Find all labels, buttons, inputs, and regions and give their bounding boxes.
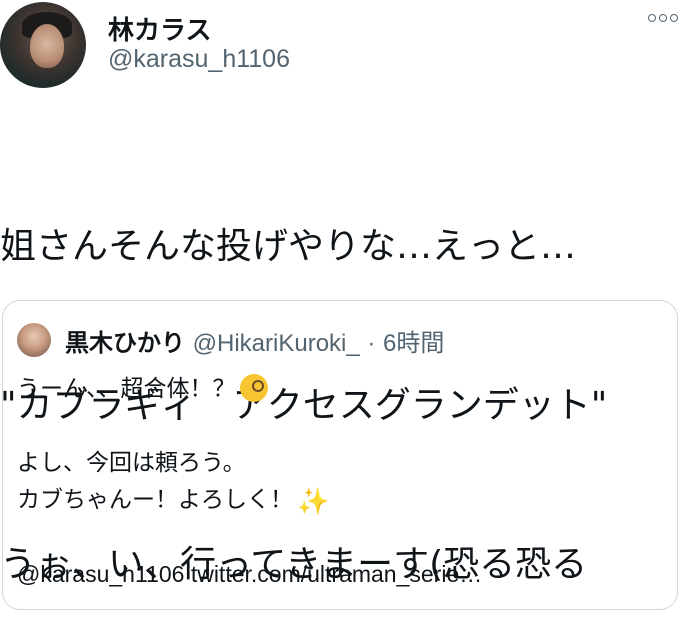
more-dot bbox=[670, 14, 678, 22]
quote-author-name[interactable]: 黒木ひかり bbox=[65, 329, 185, 357]
more-options-icon[interactable] bbox=[648, 14, 680, 26]
quote-line bbox=[17, 408, 667, 445]
tweet-line: 姐さんそんな投げやりな…えっと… bbox=[0, 226, 577, 267]
more-dot bbox=[659, 14, 667, 22]
quote-line-text: うーん、、超合体！？ bbox=[17, 376, 236, 402]
quote-link-line[interactable]: @karasu_h1106 twitter.com/ultraman_serie… bbox=[17, 556, 667, 593]
sparkles-icon: ✨ bbox=[297, 487, 330, 517]
quote-author-avatar[interactable] bbox=[17, 323, 51, 357]
face-with-monocle-icon bbox=[239, 374, 268, 402]
more-dot bbox=[648, 14, 656, 22]
quote-author-handle[interactable]: @HikariKuroki_ bbox=[193, 330, 360, 357]
quoted-tweet-card[interactable]: 黒木ひかり @HikariKuroki_ · 6時間 うーん、、超合体！？ よし… bbox=[2, 300, 678, 610]
quote-line-text: カブちゃんー！よろしく！ bbox=[17, 487, 293, 513]
avatar-face bbox=[30, 24, 64, 68]
quote-line bbox=[17, 519, 667, 556]
author-avatar[interactable] bbox=[0, 2, 86, 88]
author-display-name[interactable]: 林カラス bbox=[108, 10, 211, 47]
author-handle[interactable]: @karasu_h1106 bbox=[108, 45, 290, 74]
quote-line: よし、今回は頼ろう。 bbox=[17, 450, 246, 476]
quote-timestamp[interactable]: 6時間 bbox=[383, 330, 444, 357]
quote-line: うーん、、超合体！？ bbox=[17, 371, 667, 408]
quote-body: うーん、、超合体！？ よし、今回は頼ろう。 カブちゃんー！よろしく！ ✨ @kar… bbox=[17, 371, 667, 593]
quote-line: カブちゃんー！よろしく！ ✨ bbox=[17, 482, 667, 519]
quote-separator: · bbox=[367, 330, 376, 357]
quote-header: 黒木ひかり @HikariKuroki_ · 6時間 bbox=[65, 323, 444, 358]
